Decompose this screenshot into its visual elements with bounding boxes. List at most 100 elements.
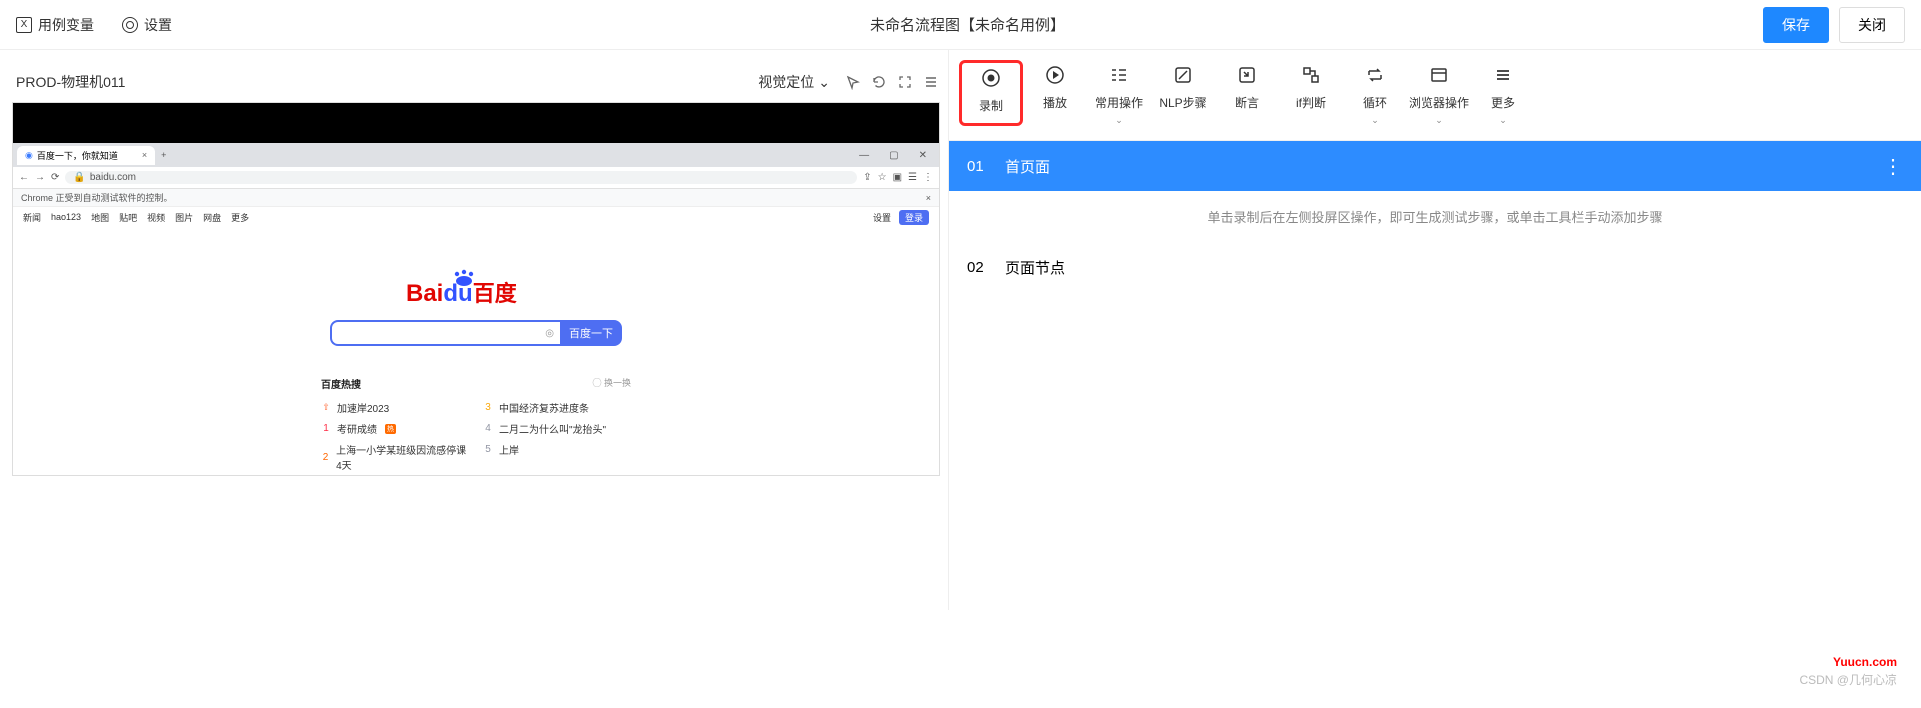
hot-item[interactable]: 4二月二为什么叫"龙抬头" [483, 418, 631, 439]
close-window-icon[interactable]: ✕ [911, 148, 935, 163]
top-left-tools: X 用例变量 设置 [16, 15, 172, 35]
search-box[interactable]: ◎ [330, 320, 560, 346]
nav-item[interactable]: 新闻 [23, 211, 41, 224]
baidu-login-button[interactable]: 登录 [899, 210, 929, 225]
fullscreen-icon[interactable] [896, 73, 914, 91]
forward-icon[interactable]: → [35, 172, 45, 183]
step-row-active[interactable]: 01 首页面 ⋮ [949, 141, 1921, 191]
url-field[interactable]: 🔒 baidu.com [65, 171, 857, 184]
step-number: 02 [967, 259, 989, 276]
camera-icon[interactable]: ◎ [545, 328, 554, 339]
browser-tab[interactable]: ◉ 百度一下，你就知道 × [17, 146, 155, 165]
left-panel-tools: 视觉定位 ⌄ [752, 68, 940, 96]
step-label: 首页面 [1005, 156, 1050, 177]
page-title: 未命名流程图【未命名用例】 [172, 14, 1763, 35]
left-panel: PROD-物理机011 视觉定位 ⌄ ◉ 百度一下，你就知道 × [0, 50, 948, 610]
toolbar-label: 循环 [1363, 94, 1387, 111]
toolbar-browser-ops-button[interactable]: 浏览器操作⌄ [1407, 64, 1471, 126]
hot-text: 中国经济复苏进度条 [499, 400, 589, 415]
reload-icon[interactable]: ⟳ [51, 172, 59, 183]
toolbar-label: 常用操作 [1095, 94, 1143, 111]
if-icon [1301, 64, 1321, 86]
toolbar-more-button[interactable]: 更多⌄ [1471, 64, 1535, 126]
case-variables-label: 用例变量 [38, 15, 94, 35]
back-icon[interactable]: ← [19, 172, 29, 183]
menu-icon[interactable] [922, 73, 940, 91]
search-button[interactable]: 百度一下 [560, 320, 622, 346]
hot-text: 加速岸2023 [337, 400, 389, 415]
share-icon[interactable]: ⇪ [863, 172, 871, 183]
nav-item[interactable]: 网盘 [203, 211, 221, 224]
toolbar-record-button[interactable]: 录制 [959, 60, 1023, 126]
gear-icon [122, 17, 138, 33]
hot-text: 考研成绩 [337, 421, 377, 436]
play-icon [1045, 64, 1065, 86]
toolbar-label: if判断 [1296, 94, 1326, 111]
baidu-settings-link[interactable]: 设置 [873, 211, 891, 224]
refresh-icon[interactable] [870, 73, 888, 91]
search-input[interactable] [338, 328, 545, 339]
top-bar: X 用例变量 设置 未命名流程图【未命名用例】 保存 关闭 [0, 0, 1921, 50]
device-name: PROD-物理机011 [12, 72, 752, 92]
pointer-icon[interactable] [844, 73, 862, 91]
nav-item[interactable]: 更多 [231, 211, 249, 224]
nav-item[interactable]: hao123 [51, 212, 81, 222]
star-icon[interactable]: ☆ [878, 172, 887, 183]
remote-screen[interactable]: ◉ 百度一下，你就知道 × + — ▢ ✕ ← → ⟳ 🔒 baidu.com [12, 102, 940, 476]
toolbar-play-button[interactable]: 播放 [1023, 64, 1087, 126]
automation-notice-text: Chrome 正受到自动测试软件的控制。 [21, 191, 173, 204]
step-number: 01 [967, 158, 989, 175]
notice-close-icon[interactable]: × [926, 193, 931, 203]
save-button[interactable]: 保存 [1763, 7, 1829, 43]
hot-rank: 2 [321, 452, 330, 463]
locate-mode-dropdown[interactable]: 视觉定位 ⌄ [752, 68, 836, 96]
automation-notice: Chrome 正受到自动测试软件的控制。 × [13, 189, 939, 207]
hot-item[interactable]: 2上海一小学某班级因流感停课4天 [321, 439, 469, 475]
toolbar-loop-button[interactable]: 循环⌄ [1343, 64, 1407, 126]
toolbar-nlp-button[interactable]: NLP步骤 [1151, 64, 1215, 126]
chevron-down-icon: ⌄ [1115, 115, 1123, 126]
more-icon [1493, 64, 1513, 86]
extension-icon[interactable]: ▣ [893, 172, 902, 183]
step-kebab-icon[interactable]: ⋮ [1883, 154, 1903, 179]
loop-icon [1365, 64, 1385, 86]
close-button[interactable]: 关闭 [1839, 7, 1905, 43]
hot-item[interactable]: 1考研成绩热 [321, 418, 469, 439]
step-row[interactable]: 02 页面节点 [949, 242, 1921, 292]
hot-refresh-button[interactable]: ◯ 换一换 [592, 376, 631, 391]
left-panel-header: PROD-物理机011 视觉定位 ⌄ [12, 62, 940, 102]
nav-item[interactable]: 地图 [91, 211, 109, 224]
toolbar-assert-button[interactable]: 断言 [1215, 64, 1279, 126]
settings-button[interactable]: 设置 [122, 15, 172, 35]
kebab-icon[interactable]: ⋮ [923, 172, 933, 183]
maximize-icon[interactable]: ▢ [881, 148, 906, 163]
toolbar-if-button[interactable]: if判断 [1279, 64, 1343, 126]
hot-rank: 3 [483, 402, 493, 413]
nlp-icon [1173, 64, 1193, 86]
new-tab-button[interactable]: + [155, 148, 172, 162]
variables-icon: X [16, 17, 32, 33]
browser-ops-icon [1429, 64, 1449, 86]
baidu-logo: Baidu百度 [406, 267, 546, 312]
record-icon [981, 67, 1001, 89]
baidu-top-nav: 新闻 hao123 地图 贴吧 视频 图片 网盘 更多 设置 登录 [13, 207, 939, 227]
common-icon [1109, 64, 1129, 86]
minimize-icon[interactable]: — [851, 148, 877, 163]
toolbar-label: 断言 [1235, 94, 1259, 111]
action-toolbar: 录制播放常用操作 ⌄ NLP步骤 断言 if判断循环⌄浏览器操作⌄更多⌄ [949, 50, 1921, 141]
hot-item[interactable]: ⇧加速岸2023 [321, 397, 469, 418]
profile-icon[interactable]: ☰ [908, 172, 917, 183]
hot-rank: 4 [483, 423, 493, 434]
tab-close-icon[interactable]: × [142, 150, 147, 160]
browser-tabstrip: ◉ 百度一下，你就知道 × + — ▢ ✕ [13, 143, 939, 167]
hot-text: 上岸 [499, 442, 519, 457]
browser-address-bar: ← → ⟳ 🔒 baidu.com ⇪ ☆ ▣ ☰ ⋮ [13, 167, 939, 189]
hot-item[interactable]: 5上岸 [483, 439, 631, 460]
hot-item[interactable]: 3 中国经济复苏进度条 [483, 397, 631, 418]
toolbar-common-button[interactable]: 常用操作 ⌄ [1087, 64, 1151, 126]
nav-item[interactable]: 视频 [147, 211, 165, 224]
step-label: 页面节点 [1005, 257, 1065, 278]
case-variables-button[interactable]: X 用例变量 [16, 15, 94, 35]
nav-item[interactable]: 贴吧 [119, 211, 137, 224]
nav-item[interactable]: 图片 [175, 211, 193, 224]
